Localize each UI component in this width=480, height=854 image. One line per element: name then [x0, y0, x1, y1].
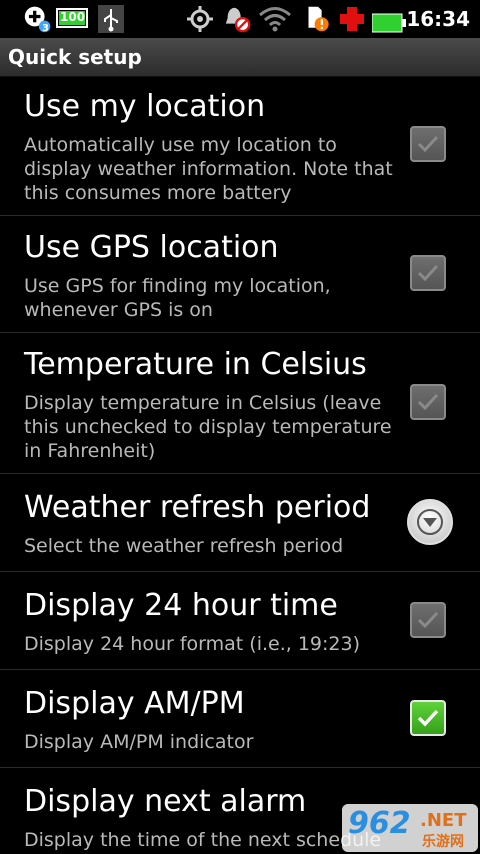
battery-level-text: 100: [60, 10, 86, 24]
page-title: Quick setup: [8, 45, 142, 69]
refresh-period-dropdown-button[interactable]: [407, 499, 453, 545]
display-am-pm-checkbox[interactable]: [410, 700, 446, 736]
display-24-hour-checkbox[interactable]: [410, 602, 446, 638]
sd-card-warning-icon: [308, 6, 329, 32]
use-my-location-checkbox[interactable]: [410, 126, 446, 162]
check-icon: [417, 135, 439, 153]
setting-display-am-pm[interactable]: Display AM/PM Display AM/PM indicator: [0, 670, 480, 768]
setting-use-gps-location[interactable]: Use GPS location Use GPS for finding my …: [0, 216, 480, 333]
temperature-celsius-checkbox[interactable]: [410, 384, 446, 420]
title-bar: Quick setup: [0, 38, 480, 77]
settings-list[interactable]: Use my location Automatically use my loc…: [0, 77, 480, 854]
notification-count: 3: [42, 23, 49, 34]
check-icon: [417, 264, 439, 282]
setting-title: Display AM/PM: [24, 686, 245, 721]
setting-summary: Use GPS for finding my location, wheneve…: [24, 275, 331, 321]
setting-title: Use my location: [24, 89, 266, 124]
setting-title: Display next alarm: [24, 784, 307, 819]
battery-icon: [372, 13, 406, 33]
watermark-sub: 乐游网: [422, 834, 464, 850]
setting-display-24-hour-time[interactable]: Display 24 hour time Display 24 hour for…: [0, 572, 480, 670]
alarm-off-icon: [225, 7, 251, 33]
setting-use-my-location[interactable]: Use my location Automatically use my loc…: [0, 77, 480, 216]
usb-icon: [98, 5, 124, 33]
battery-percent-icon: 100: [56, 8, 88, 28]
check-icon: [417, 393, 439, 411]
setting-title: Weather refresh period: [24, 490, 371, 525]
setting-summary: Display AM/PM indicator: [24, 731, 254, 753]
setting-title: Display 24 hour time: [24, 588, 338, 623]
chevron-down-icon: [417, 509, 443, 535]
setting-summary: Display 24 hour format (i.e., 19:23): [24, 633, 360, 655]
red-cross-icon: [340, 7, 364, 31]
check-icon: [417, 611, 439, 629]
gps-icon: [187, 6, 213, 32]
watermark-logo: 962 .NET 乐游网: [342, 804, 478, 852]
check-icon: [417, 709, 439, 727]
add-icon: [24, 6, 51, 33]
setting-summary: Display the time of the next schedule: [24, 829, 382, 851]
wifi-icon: [259, 7, 291, 32]
setting-summary: Display temperature in Celsius (leave th…: [24, 392, 392, 462]
watermark-digits: 962: [348, 806, 411, 841]
setting-summary: Automatically use my location to display…: [24, 134, 393, 204]
setting-title: Use GPS location: [24, 230, 279, 265]
setting-weather-refresh-period[interactable]: Weather refresh period Select the weathe…: [0, 474, 480, 572]
setting-title: Temperature in Celsius: [24, 347, 367, 382]
clock-time: 16:34: [406, 7, 470, 31]
use-gps-location-checkbox[interactable]: [410, 255, 446, 291]
status-bar: 3 100 16:34: [0, 0, 480, 38]
setting-temperature-celsius[interactable]: Temperature in Celsius Display temperatu…: [0, 333, 480, 474]
watermark-suffix: .NET: [420, 810, 467, 831]
setting-summary: Select the weather refresh period: [24, 535, 344, 557]
